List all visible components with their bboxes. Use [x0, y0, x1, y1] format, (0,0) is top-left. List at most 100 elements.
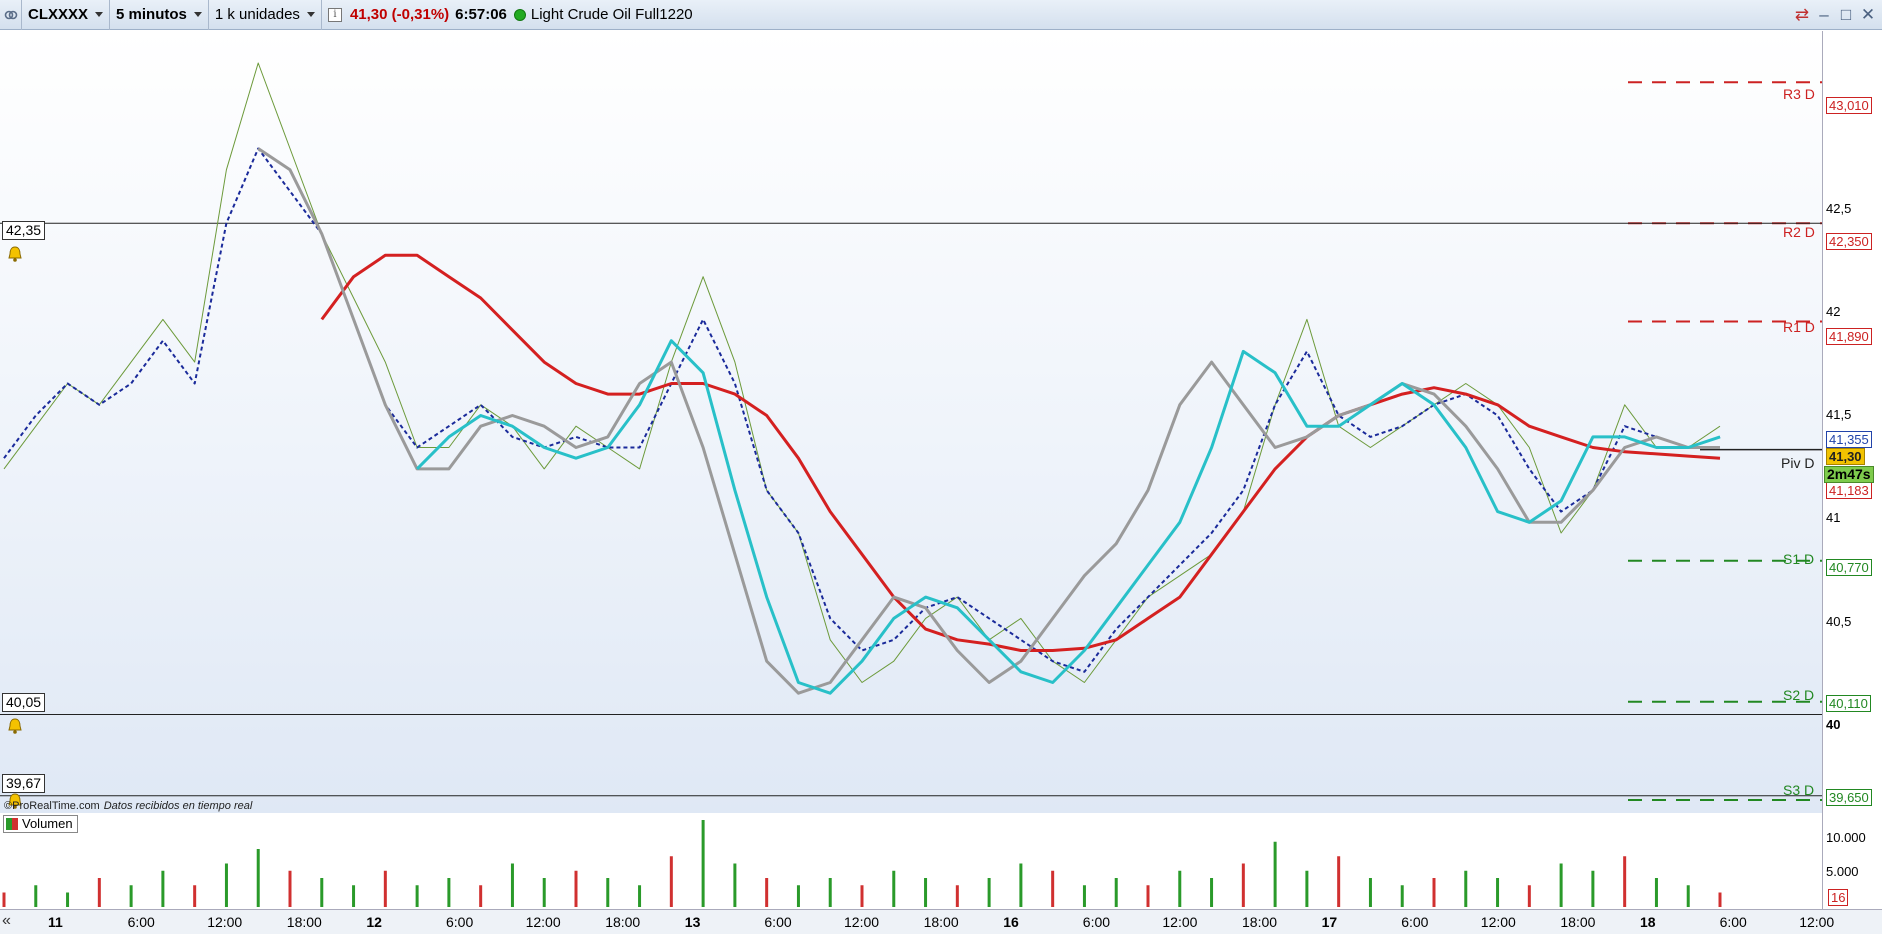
time-axis-hour-label: 12:00	[844, 914, 880, 930]
time-axis-hour-label: 18:00	[1242, 914, 1278, 930]
volume-bar	[1400, 885, 1404, 907]
volume-bar	[892, 870, 896, 907]
volume-bar	[1527, 885, 1531, 907]
volume-bar	[1432, 878, 1436, 907]
volume-bar	[955, 885, 959, 907]
volume-bar	[924, 878, 928, 907]
volume-bar	[383, 870, 387, 907]
bell-icon[interactable]	[6, 245, 24, 263]
time-axis-hour-label: 18:00	[923, 914, 959, 930]
volume-bar	[510, 863, 514, 907]
time-axis-hour-label: 12:00	[525, 914, 561, 930]
pivot-label-s3: S3 D	[1783, 782, 1815, 798]
time-axis[interactable]: « 11 6:00 12:00 18:00 12 6:00 12:00 18:00 13 6:00…	[0, 909, 1882, 934]
series-line-1	[3, 147, 1721, 673]
pivot-label-piv: Piv D	[1781, 455, 1815, 471]
volume-bar	[606, 878, 610, 907]
volume-bar	[1305, 870, 1309, 907]
volume-bar	[256, 849, 260, 907]
volume-bar	[193, 885, 197, 907]
volume-legend-label: Volumen	[22, 816, 73, 831]
volume-bar	[320, 878, 324, 907]
volume-bar	[1210, 878, 1214, 907]
pivot-value-r2: 42,350	[1826, 233, 1872, 250]
volume-legend[interactable]: Volumen	[3, 815, 78, 833]
series-line-0	[3, 62, 1721, 683]
volume-bar	[669, 856, 673, 907]
pivot-label-r3: R3 D	[1783, 86, 1815, 102]
volume-bar	[1273, 841, 1277, 907]
volume-bar	[1019, 863, 1023, 907]
pivot-label-s2: S2 D	[1783, 687, 1815, 703]
current-price-tag: 41,30	[1826, 448, 1865, 465]
volume-bar	[1051, 870, 1055, 907]
time-axis-hour-label: 6:00	[127, 914, 155, 930]
volume-bar	[701, 820, 705, 907]
scroll-back-icon[interactable]: «	[2, 912, 11, 930]
volume-bar	[224, 863, 228, 907]
time-axis-day-label: 17	[1321, 914, 1338, 930]
alert-line-label[interactable]: 42,35	[2, 221, 46, 240]
price-chart-svg	[0, 62, 1822, 907]
time-axis-hour-label: 12:00	[207, 914, 243, 930]
volume-bar	[161, 870, 165, 907]
volume-bar	[796, 885, 800, 907]
time-axis-hour-label: 6:00	[446, 914, 474, 930]
volume-bar	[1559, 863, 1563, 907]
price-axis-label: 42,5	[1826, 201, 1852, 216]
volume-bar	[97, 878, 101, 907]
price-axis-label: 40,5	[1826, 614, 1852, 629]
indicator-value-tag: 41,355	[1826, 431, 1872, 448]
volume-bar	[1241, 863, 1245, 907]
price-axis-label: 41	[1826, 510, 1841, 525]
time-axis-hour-label: 18:00	[1560, 914, 1596, 930]
volume-bar	[1464, 870, 1468, 907]
time-axis-day-label: 18	[1640, 914, 1656, 930]
series-line-2	[320, 253, 1721, 652]
pivot-value-r1: 41,890	[1826, 328, 1872, 345]
volume-bar	[1623, 856, 1627, 907]
volume-bar	[1368, 878, 1372, 907]
volume-bar	[447, 878, 451, 907]
volume-bar	[1114, 878, 1118, 907]
volume-bar	[1591, 870, 1595, 907]
volume-bar	[638, 885, 642, 907]
volume-bar	[1146, 885, 1150, 907]
time-axis-hour-label: 18:00	[286, 914, 322, 930]
candle-countdown-tag: 2m47s	[1824, 466, 1874, 483]
volume-bar	[828, 878, 832, 907]
volume-bar	[1082, 885, 1086, 907]
time-axis-hour-label: 6:00	[1401, 914, 1429, 930]
volume-bar	[129, 885, 133, 907]
volume-bar	[1496, 878, 1500, 907]
time-axis-hour-label: 6:00	[764, 914, 792, 930]
current-volume-tag: 16	[1828, 889, 1849, 906]
alert-line-label[interactable]: 40,05	[2, 693, 46, 712]
volume-bar	[34, 885, 38, 907]
volume-axis-label: 10.000	[1826, 830, 1866, 845]
time-axis-day-label: 12	[366, 914, 382, 930]
volume-bar	[1178, 870, 1182, 907]
bell-icon[interactable]	[6, 717, 24, 735]
time-axis-hour-label: 18:00	[605, 914, 641, 930]
pivot-label-r1: R1 D	[1783, 319, 1815, 335]
price-axis-label: 42	[1826, 304, 1841, 319]
alert-line-label[interactable]: 39,67	[2, 774, 46, 793]
price-axis-label: 41,5	[1826, 407, 1852, 422]
volume-bar	[415, 885, 419, 907]
volume-bar	[1718, 892, 1722, 907]
indicator-value-tag: 41,183	[1826, 482, 1872, 499]
volume-bar	[2, 892, 6, 907]
volume-swatch-icon	[6, 818, 18, 830]
series-line-3	[257, 147, 1720, 695]
time-axis-hour-label: 12:00	[1480, 914, 1516, 930]
pivot-value-s2: 40,110	[1826, 695, 1871, 712]
volume-bar	[542, 878, 546, 907]
time-axis-hour-label: 6:00	[1082, 914, 1111, 930]
volume-axis-label: 5.000	[1826, 864, 1859, 879]
pivot-value-s1: 40,770	[1826, 559, 1872, 576]
time-axis-day-label: 13	[684, 914, 701, 930]
volume-bar	[66, 892, 70, 907]
volume-bar	[1686, 885, 1690, 907]
time-axis-day-label: 11	[48, 914, 63, 930]
